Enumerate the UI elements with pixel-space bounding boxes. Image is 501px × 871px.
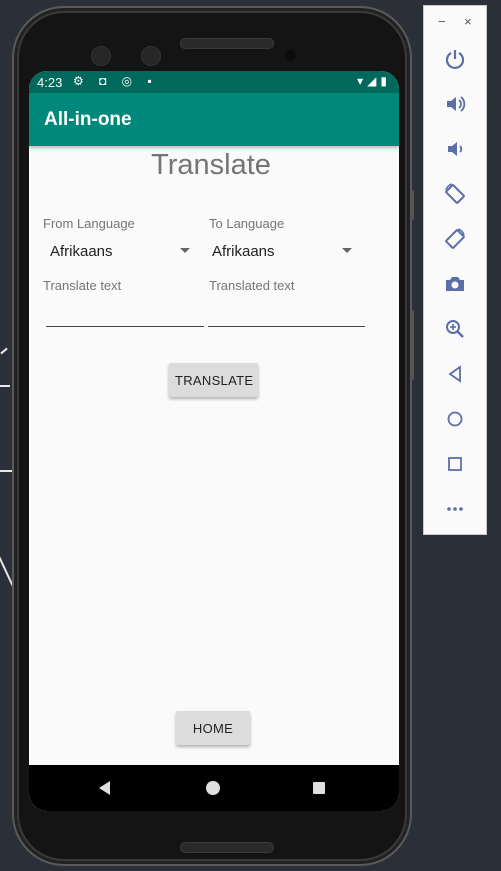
camera-icon[interactable] (440, 269, 470, 299)
from-language-spinner[interactable]: Afrikaans (43, 239, 193, 263)
translated-text-field[interactable] (208, 297, 365, 327)
more-icon[interactable] (440, 494, 470, 524)
input-underline (46, 326, 204, 327)
status-bar: 4:23 ⚙ ◘ ◎ ▪ ▾◢▮ (29, 71, 399, 93)
volume-down-icon[interactable] (440, 134, 470, 164)
device-screen: 4:23 ⚙ ◘ ◎ ▪ ▾◢▮ All-in-one Translate Fr… (29, 71, 399, 811)
to-language-label: To Language (209, 216, 285, 231)
to-language-value: Afrikaans (212, 243, 275, 260)
front-camera (141, 46, 161, 66)
nav-back-icon[interactable] (99, 781, 110, 795)
navigation-bar (29, 765, 399, 811)
volume-up-icon[interactable] (440, 89, 470, 119)
nav-home-icon[interactable] (206, 781, 220, 795)
front-sensor (91, 46, 111, 66)
background-line (0, 470, 12, 472)
app-title: All-in-one (44, 109, 132, 130)
system-status-icons: ▾◢▮ (357, 74, 391, 88)
status-time: 4:23 (37, 75, 63, 90)
dropdown-arrow-icon (180, 248, 190, 253)
translate-button[interactable]: TRANSLATE (169, 363, 258, 397)
overview-icon[interactable] (440, 449, 470, 479)
rotate-left-icon[interactable] (440, 179, 470, 209)
translated-text-label: Translated text (209, 278, 295, 293)
home-button[interactable]: HOME (176, 711, 250, 745)
background-line (0, 347, 8, 355)
notification-icons: ⚙ ◘ ◎ ▪ (73, 74, 158, 88)
background-line (0, 385, 10, 387)
translate-text-label: Translate text (43, 278, 122, 293)
power-side-button[interactable] (410, 190, 414, 220)
input-underline (208, 326, 365, 327)
from-language-label: From Language (43, 216, 135, 231)
bottom-speaker (180, 842, 274, 853)
close-button[interactable]: × (464, 14, 472, 29)
emulator-toolbar: − × (423, 5, 487, 535)
back-icon[interactable] (440, 359, 470, 389)
rotate-right-icon[interactable] (440, 224, 470, 254)
volume-side-button[interactable] (410, 310, 414, 380)
from-language-value: Afrikaans (50, 243, 113, 260)
translate-text-input[interactable] (46, 297, 204, 327)
to-language-spinner[interactable]: Afrikaans (209, 239, 359, 263)
dropdown-arrow-icon (342, 248, 352, 253)
minimize-button[interactable]: − (438, 14, 446, 29)
power-icon[interactable] (440, 44, 470, 74)
proximity-sensor (285, 50, 296, 61)
home-icon[interactable] (440, 404, 470, 434)
nav-recents-icon[interactable] (313, 782, 325, 794)
page-title: Translate (151, 149, 271, 181)
earpiece-speaker (180, 38, 274, 49)
zoom-icon[interactable] (440, 314, 470, 344)
app-bar: All-in-one (29, 93, 399, 146)
